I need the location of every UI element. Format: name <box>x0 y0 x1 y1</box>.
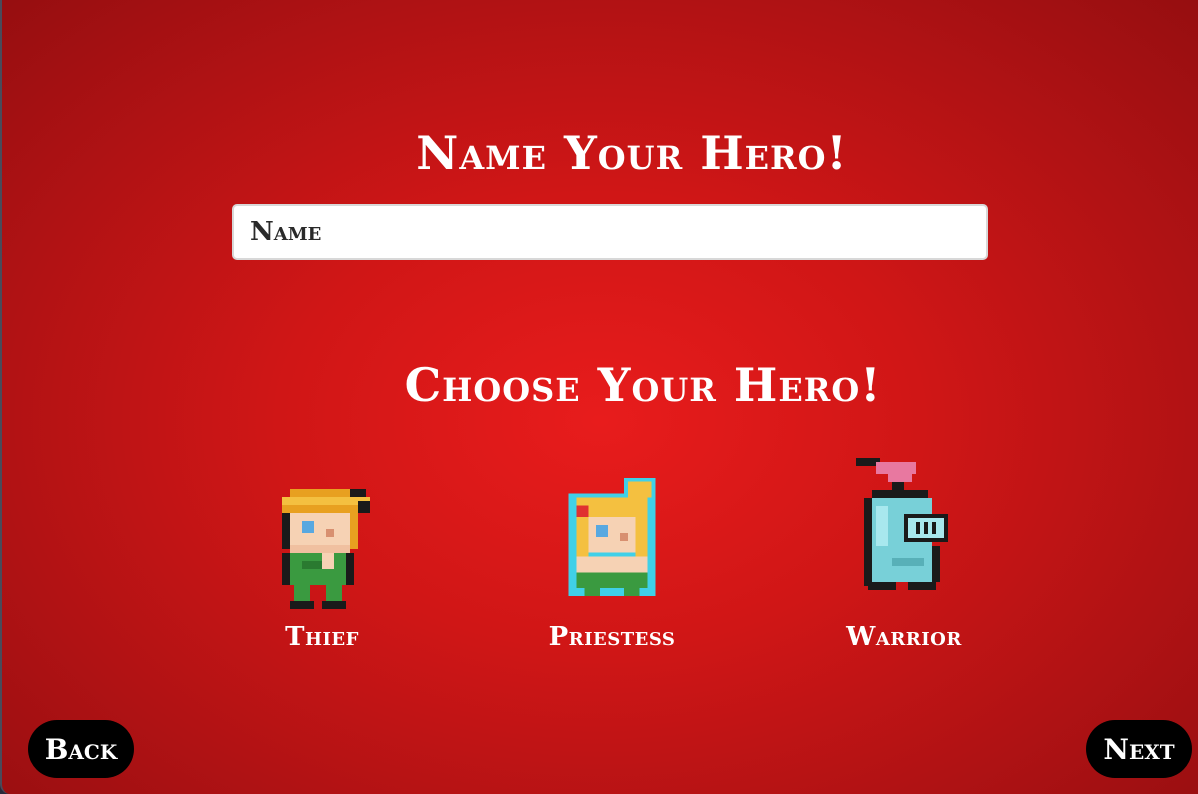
back-button[interactable]: Back <box>28 720 134 778</box>
priestess-sprite-icon <box>568 477 656 597</box>
hero-option-thief[interactable]: Thief <box>222 462 422 662</box>
hero-creation-screen: Name Your Hero! Choose Your Hero! <box>0 0 1198 794</box>
hero-name-input[interactable] <box>232 204 988 260</box>
thief-sprite-icon <box>282 489 370 609</box>
hero-label-thief: Thief <box>285 622 359 652</box>
next-button[interactable]: Next <box>1086 720 1192 778</box>
hero-label-warrior: Warrior <box>846 622 962 652</box>
hero-option-warrior[interactable]: Warrior <box>804 458 1004 662</box>
hero-label-priestess: Priestess <box>548 622 676 652</box>
choose-hero-title: Choose Your Hero! <box>404 358 882 412</box>
warrior-sprite-icon <box>856 458 948 590</box>
name-hero-title: Name Your Hero! <box>416 126 848 180</box>
hero-option-priestess[interactable]: Priestess <box>512 462 712 662</box>
